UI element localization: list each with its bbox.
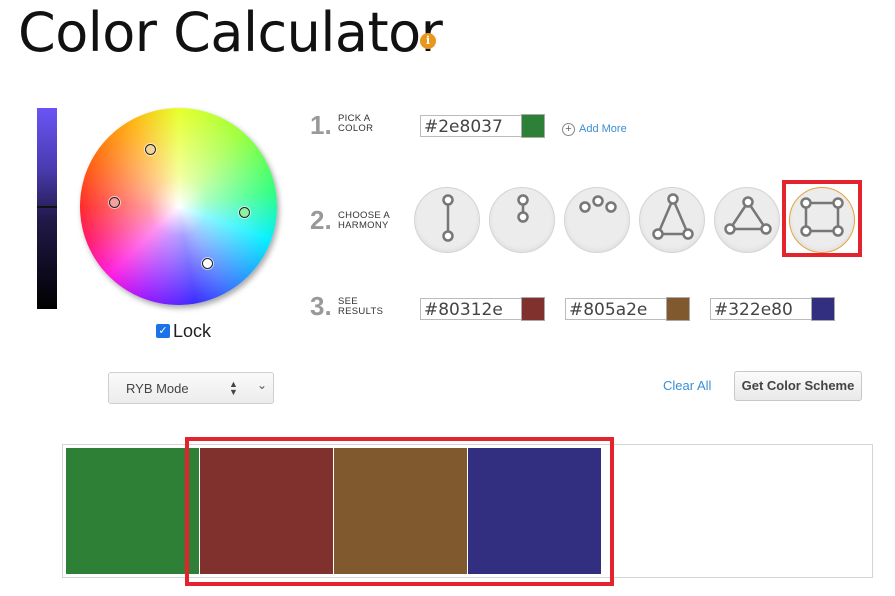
step-3-label: SEE RESULTS [338,297,383,317]
info-icon[interactable]: i [420,33,436,49]
wheel-handle-green[interactable] [239,207,250,218]
step-1-label: PICK A COLOR [338,114,373,134]
wheel-handle-red[interactable] [109,197,120,208]
lock-checkbox[interactable]: ✓ [156,324,170,338]
harmony-highlight-box [782,180,862,257]
pick-color-input[interactable]: #2e8037 [420,115,521,137]
result-color-3-swatch [811,297,835,321]
harmony-triad-alt-button[interactable] [714,187,780,253]
step-2-label: CHOOSE A HARMONY [338,211,390,231]
wheel-handle-orange[interactable] [145,144,156,155]
clear-all-link[interactable]: Clear All [663,378,711,393]
plus-circle-icon[interactable]: + [562,123,575,136]
add-more-link[interactable]: Add More [579,123,627,135]
scheme-swatch [66,448,199,574]
select-arrows-icon: ▲ ▼ [229,379,238,397]
lock-label: Lock [173,321,212,341]
result-color-1-input[interactable]: #80312e [420,298,521,320]
analogous-icon [579,195,617,213]
page-title: Color Calculator [18,1,443,64]
mode-select[interactable]: RYB Mode [108,372,274,404]
color-wheel[interactable] [80,108,277,305]
triad-icon [652,193,694,240]
pick-color-swatch[interactable] [521,114,545,138]
complementary-icon [442,194,454,242]
result-color-3-input[interactable]: #322e80 [710,298,811,320]
step-3-number: 3. [310,291,332,321]
get-color-scheme-button[interactable]: Get Color Scheme [734,371,862,401]
harmony-complementary-button[interactable] [414,187,480,253]
wheel-handle-blue[interactable] [202,258,213,269]
step-1-label-line2: COLOR [338,123,374,134]
brightness-handle[interactable] [37,206,57,208]
harmony-triad-button[interactable] [639,187,705,253]
step-3-label-line2: RESULTS [338,306,384,317]
harmony-split-button[interactable] [489,187,555,253]
triad-alt-icon [724,196,772,235]
step-2-label-line2: HARMONY [338,220,389,231]
mode-select-value: RYB Mode [126,381,189,396]
results-highlight-box [185,437,614,586]
step-1-number: 1. [310,110,332,140]
step-2-number: 2. [310,205,332,235]
result-color-2-swatch [666,297,690,321]
chevron-down-icon: ⌄ [257,378,268,392]
result-color-2-input[interactable]: #805a2e [565,298,666,320]
split-complementary-icon [517,194,529,223]
result-color-1-swatch [521,297,545,321]
brightness-slider[interactable] [37,108,57,309]
harmony-analogous-button[interactable] [564,187,630,253]
